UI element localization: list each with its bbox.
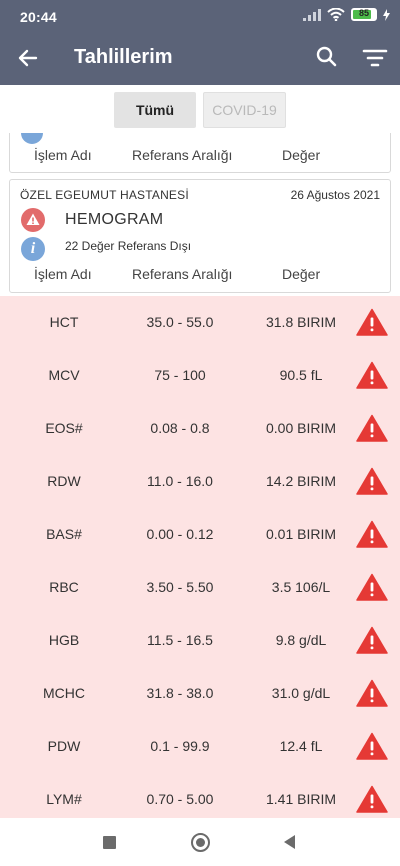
result-value: 31.8 BIRIM (265, 314, 337, 330)
status-bar: 20:44 85 (0, 0, 400, 32)
alert-icon (356, 402, 388, 455)
test-code: MCV (48, 367, 80, 383)
result-value: 90.5 fL (279, 367, 323, 383)
table-row[interactable]: LYM# 0.70 - 5.00 1.41 BIRIM (0, 773, 400, 818)
alert-icon (356, 508, 388, 561)
signal-icon (303, 8, 321, 21)
reference-range: 0.08 - 0.8 (150, 420, 210, 436)
table-row[interactable]: HGB 11.5 - 16.5 9.8 g/dL (0, 614, 400, 667)
reference-range: 11.5 - 16.5 (147, 632, 213, 648)
column-header-reference: Referans Aralığı (132, 147, 233, 163)
alert-icon (356, 296, 388, 349)
wifi-icon (327, 8, 345, 21)
out-of-range-count: 22 Değer Referans Dışı (65, 239, 192, 253)
test-code: LYM# (46, 791, 82, 807)
tab-covid19[interactable]: COVID-19 (203, 92, 286, 128)
test-code: PDW (47, 738, 81, 754)
result-value: 0.00 BIRIM (265, 420, 337, 436)
column-header-value: Değer (282, 147, 321, 163)
filter-button[interactable] (362, 46, 388, 70)
result-value: 31.0 g/dL (271, 685, 331, 701)
battery-icon: 85 (351, 8, 377, 21)
search-button[interactable] (314, 44, 340, 70)
column-header-value: Değer (282, 266, 321, 282)
table-row[interactable]: PDW 0.1 - 99.9 12.4 fL (0, 720, 400, 773)
result-value: 0.01 BIRIM (265, 526, 337, 542)
alert-icon (356, 349, 388, 402)
status-icons: 85 (303, 8, 390, 21)
alert-icon (356, 614, 388, 667)
info-icon (21, 133, 43, 144)
test-code: MCHC (43, 685, 85, 701)
search-icon (316, 46, 337, 67)
column-header-name: İşlem Adı (34, 147, 92, 163)
app-bar: Tahlillerim (0, 32, 400, 85)
column-header-name: İşlem Adı (34, 266, 92, 282)
system-nav-bar (0, 818, 400, 866)
previous-result-card[interactable]: İşlem Adı Referans Aralığı Değer (9, 133, 391, 173)
reference-range: 11.0 - 16.0 (147, 473, 213, 489)
info-icon: i (21, 237, 45, 261)
table-row[interactable]: BAS# 0.00 - 0.12 0.01 BIRIM (0, 508, 400, 561)
status-time: 20:44 (20, 9, 57, 25)
alert-icon (356, 773, 388, 818)
charging-icon (383, 8, 390, 21)
result-value: 9.8 g/dL (275, 632, 327, 648)
test-code: RBC (49, 579, 79, 595)
page-title: Tahlillerim (74, 46, 173, 68)
test-code: RDW (47, 473, 81, 489)
alert-icon (356, 561, 388, 614)
alert-icon (356, 667, 388, 720)
tab-bar: Tümü COVID-19 (0, 85, 400, 133)
table-row[interactable]: RDW 11.0 - 16.0 14.2 BIRIM (0, 455, 400, 508)
recents-icon[interactable] (103, 836, 116, 849)
result-card[interactable]: ÖZEL EGEUMUT HASTANESİ 26 Ağustos 2021 H… (9, 179, 391, 293)
filter-icon (362, 49, 388, 67)
warning-icon (21, 208, 45, 232)
results-list[interactable]: İşlem Adı Referans Aralığı Değer ÖZEL EG… (0, 133, 400, 818)
test-name: HEMOGRAM (65, 211, 164, 228)
table-row[interactable]: RBC 3.50 - 5.50 3.5 106/L (0, 561, 400, 614)
reference-range: 0.70 - 5.00 (146, 791, 214, 807)
back-arrow-icon (18, 49, 38, 67)
result-rows: HCT 35.0 - 55.0 31.8 BIRIM MCV 75 - 100 90.5 … (0, 296, 400, 818)
back-icon[interactable] (284, 835, 295, 849)
result-value: 1.41 BIRIM (265, 791, 337, 807)
reference-range: 31.8 - 38.0 (146, 685, 214, 701)
test-code: EOS# (45, 420, 83, 436)
table-row[interactable]: MCHC 31.8 - 38.0 31.0 g/dL (0, 667, 400, 720)
result-date: 26 Ağustos 2021 (290, 188, 380, 202)
reference-range: 0.1 - 99.9 (150, 738, 210, 754)
tab-all[interactable]: Tümü (114, 92, 196, 128)
test-code: BAS# (46, 526, 82, 542)
home-icon[interactable] (191, 833, 210, 852)
result-value: 14.2 BIRIM (265, 473, 337, 489)
test-code: HCT (49, 314, 79, 330)
result-value: 3.5 106/L (271, 579, 331, 595)
hospital-name: ÖZEL EGEUMUT HASTANESİ (20, 188, 189, 202)
table-row[interactable]: MCV 75 - 100 90.5 fL (0, 349, 400, 402)
reference-range: 75 - 100 (154, 367, 206, 383)
result-value: 12.4 fL (279, 738, 323, 754)
table-row[interactable]: HCT 35.0 - 55.0 31.8 BIRIM (0, 296, 400, 349)
test-code: HGB (48, 632, 80, 648)
column-header-reference: Referans Aralığı (132, 266, 233, 282)
alert-icon (356, 455, 388, 508)
battery-level: 85 (358, 8, 369, 18)
alert-icon (356, 720, 388, 773)
table-row[interactable]: EOS# 0.08 - 0.8 0.00 BIRIM (0, 402, 400, 455)
reference-range: 0.00 - 0.12 (146, 526, 214, 542)
reference-range: 3.50 - 5.50 (146, 579, 214, 595)
reference-range: 35.0 - 55.0 (146, 314, 214, 330)
back-button[interactable] (14, 44, 42, 72)
